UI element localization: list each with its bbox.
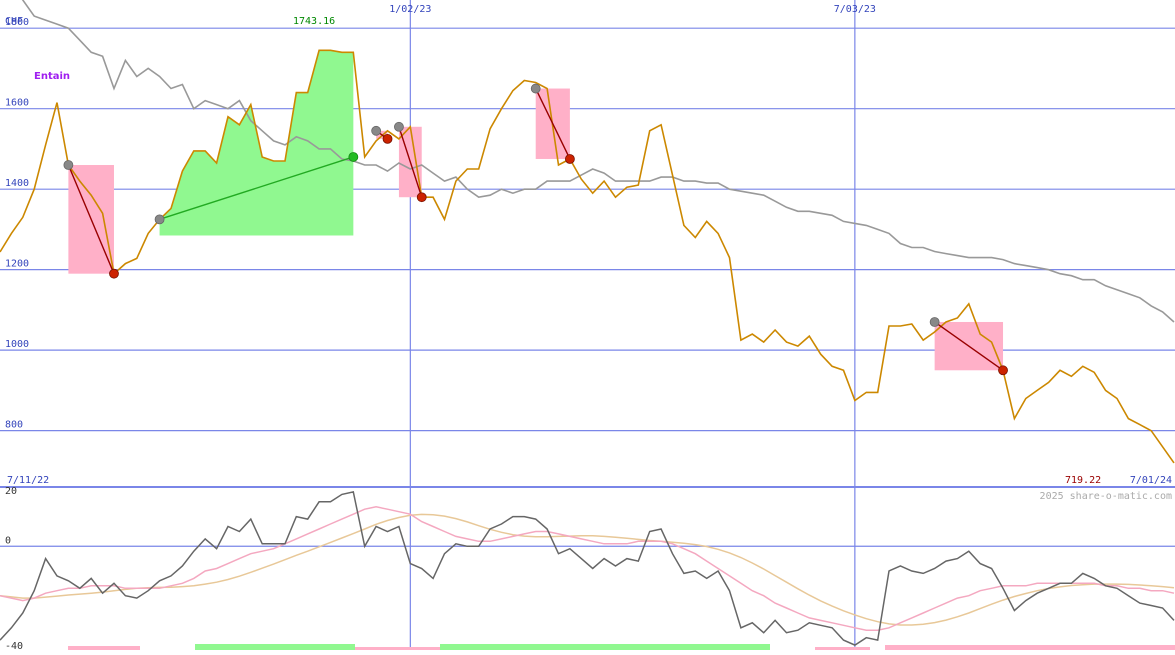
oscillator-bar [68,646,140,650]
trade-entry-marker [530,83,541,94]
logo-text: Entain [34,71,70,82]
oscillator-signal-1 [0,506,1175,631]
end-date-label: 7/01/24 [1130,475,1172,486]
company-logo: Entain [34,71,70,82]
price-tick-label: 800 [5,420,23,431]
trade-exit-marker [998,365,1008,376]
currency-label: CHF [5,16,23,27]
gain-area [159,50,354,236]
trade-exit-marker [565,154,575,164]
trade-entry-marker [63,160,74,170]
benchmark-line [21,0,1175,323]
price-chart: 1/02/237/03/231/01/24 800100012001400160… [0,0,1175,652]
oscillator-grid: 20 0 -40 [0,486,1175,652]
chart-area: 1/02/237/03/231/01/24 800100012001400160… [0,0,1175,652]
copyright-label: 2025 share-o-matic.com [1040,491,1172,502]
oscillator-bars [68,644,1175,650]
price-tick-label: 1200 [5,259,29,270]
trade-entry-marker [394,121,404,132]
price-line [0,49,1175,464]
trade-exit-marker [109,268,119,279]
date-axis: 1/02/237/03/231/01/24 [389,4,876,15]
trade-exit-marker [416,192,427,203]
oscillator-signal-2 [0,513,1175,626]
trade-shading [68,50,1004,371]
trade-entry-marker [154,214,165,225]
price-tick-label: 1600 [5,98,29,109]
trade-exit-marker [348,152,359,162]
price-tick-label: 1000 [5,339,29,350]
oscillator-tick-label: 0 [5,535,11,546]
date-tick-label: 7/03/23 [834,4,876,15]
trade-exit-marker [382,133,393,144]
date-tick-label: 1/02/23 [389,4,431,15]
high-label: 1743.16 [293,16,335,27]
oscillator-tick-label: -40 [5,641,23,650]
trade-entry-marker [371,125,382,136]
trade-entry-marker [929,317,940,327]
start-date-label: 7/11/22 [7,475,49,486]
low-label: 719.22 [1065,475,1101,486]
oscillator-lines [0,491,1175,646]
price-axis: 80010001200140016001800 [5,17,29,430]
oscillator-tick-label: 20 [5,486,17,497]
oscillator-bar [885,645,1175,650]
oscillator-line [0,491,1175,646]
price-tick-label: 1400 [5,178,29,189]
oscillator-bar [195,644,355,650]
oscillator-bar [440,644,770,650]
